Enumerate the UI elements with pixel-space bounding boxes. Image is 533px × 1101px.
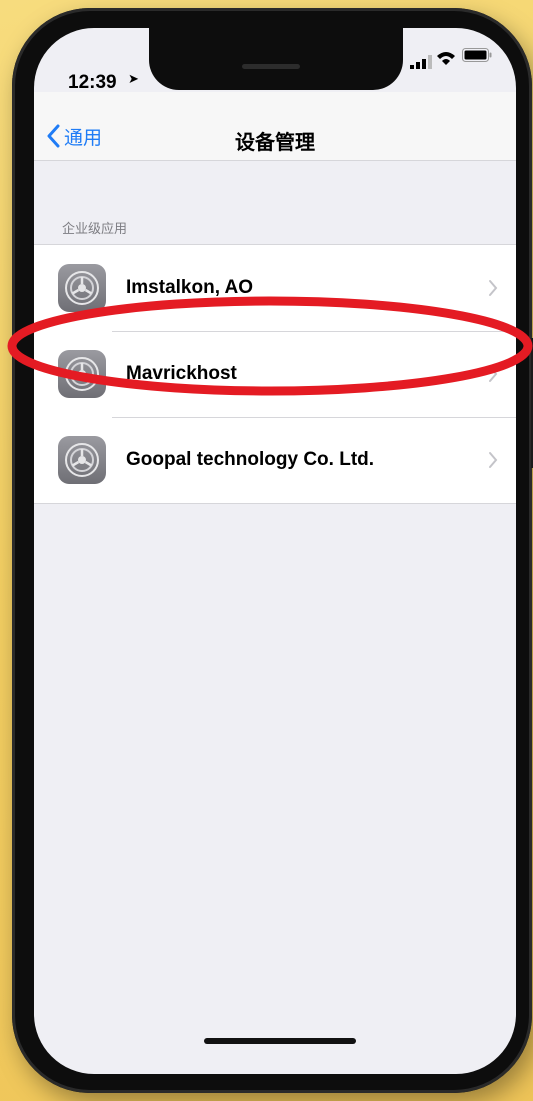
list-item-app-2[interactable]: Mavrickhost [34,331,516,417]
chevron-right-icon [489,366,498,382]
status-time: 12:39 [68,72,117,93]
app-name: Mavrickhost [126,363,237,384]
location-arrow-icon: ➤ [128,71,139,86]
page-title: 设备管理 [235,132,315,154]
app-name: Imstalkon, AO [126,277,254,298]
enterprise-app-list: Imstalkon, AO Mavrickhost Goopal technol… [34,244,516,504]
navigation-bar: 通用 设备管理 [34,92,516,161]
home-indicator[interactable] [204,1038,356,1044]
chevron-right-icon [489,452,498,468]
settings-gear-icon [58,350,106,398]
list-item-app-3[interactable]: Goopal technology Co. Ltd. [34,417,516,503]
section-header: 企业级应用 [62,221,128,236]
phone-screen: 12:39 ➤ 通用 设备管理 企业级应用 Imstalkon, AO Mavr… [34,28,516,1074]
battery-icon [462,48,492,62]
phone-frame: 12:39 ➤ 通用 设备管理 企业级应用 Imstalkon, AO Mavr… [12,8,533,1093]
wifi-icon [437,52,455,65]
settings-gear-icon [58,264,106,312]
chevron-right-icon [489,280,498,296]
cellular-signal-icon [410,55,432,69]
settings-gear-icon [58,436,106,484]
speaker-grille [242,64,300,69]
notch [149,28,403,90]
app-name: Goopal technology Co. Ltd. [126,449,375,470]
list-item-app-1[interactable]: Imstalkon, AO [34,245,516,331]
